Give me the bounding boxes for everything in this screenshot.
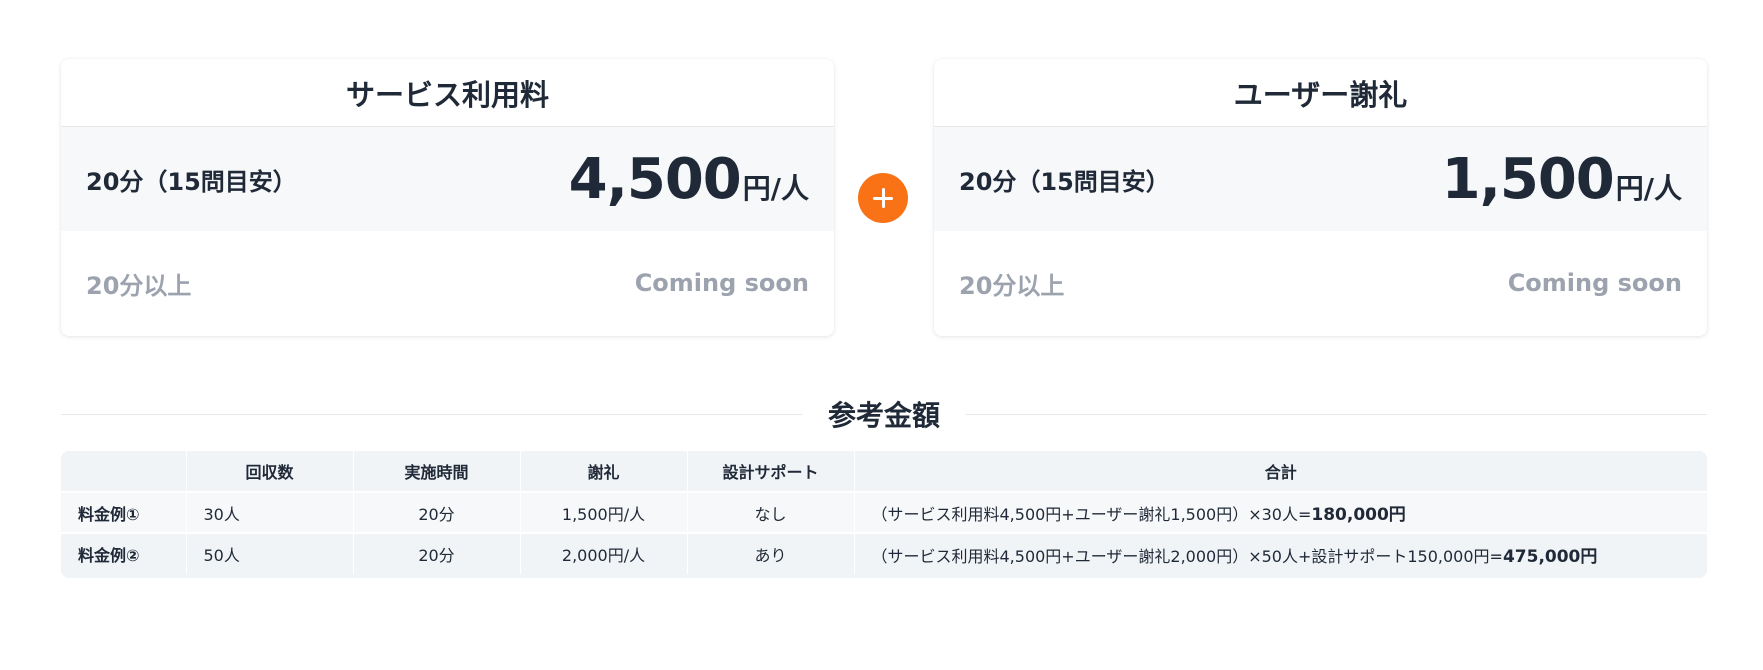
card-secondary-row: 20分以上 Coming soon: [61, 231, 834, 335]
row-total: 475,000円: [1502, 546, 1598, 567]
card-secondary-row: 20分以上 Coming soon: [934, 231, 1707, 335]
table-row: 料金例① 30人 20分 1,500円/人 なし （サービス利用料4,500円+…: [61, 491, 1707, 533]
card-primary-label: 20分（15問目安）: [959, 167, 1170, 196]
reference-price-table: 回収数 実施時間 謝礼 設計サポート 合計 料金例① 30人 20分 1,500…: [61, 451, 1707, 578]
card-primary-row: 20分（15問目安） 1,500 円/人: [934, 127, 1707, 231]
row-count: 30人: [186, 491, 354, 533]
row-total-cell: （サービス利用料4,500円+ユーザー謝礼1,500円）×30人=180,000…: [854, 491, 1707, 533]
card-title: ユーザー謝礼: [934, 59, 1707, 127]
card-primary-row: 20分（15問目安） 4,500 円/人: [61, 127, 834, 231]
card-primary-label: 20分（15問目安）: [86, 167, 297, 196]
plus-icon-vertical: [881, 188, 885, 208]
row-support: なし: [687, 491, 855, 533]
section-heading: 参考金額: [61, 392, 1708, 436]
row-label: 料金例②: [61, 532, 187, 574]
header-cell-time: 実施時間: [353, 451, 521, 492]
card-title: サービス利用料: [61, 59, 834, 127]
card-price-number: 4,500: [568, 146, 742, 212]
card-secondary-label: 20分以上: [959, 271, 1065, 300]
card-price: 4,500 円/人: [569, 147, 809, 212]
header-cell-count: 回収数: [186, 451, 354, 492]
row-reward: 1,500円/人: [520, 491, 688, 533]
row-formula: （サービス利用料4,500円+ユーザー謝礼1,500円）×30人=: [871, 505, 1312, 524]
coming-soon-label: Coming soon: [1507, 269, 1682, 297]
row-reward: 2,000円/人: [520, 532, 688, 574]
price-example-table: 回収数 実施時間 謝礼 設計サポート 合計 料金例① 30人 20分 1,500…: [61, 451, 1707, 574]
row-formula: （サービス利用料4,500円+ユーザー謝礼2,000円）×50人+設計サポート1…: [871, 546, 1503, 566]
row-total-cell: （サービス利用料4,500円+ユーザー謝礼2,000円）×50人+設計サポート1…: [854, 532, 1707, 574]
table-header-row: 回収数 実施時間 謝礼 設計サポート 合計: [61, 451, 1707, 492]
service-fee-card: サービス利用料 20分（15問目安） 4,500 円/人 20分以上 Comin…: [61, 59, 834, 336]
header-cell-support: 設計サポート: [687, 451, 855, 492]
card-price-unit: 円/人: [1615, 171, 1682, 205]
user-reward-card: ユーザー謝礼 20分（15問目安） 1,500 円/人 20分以上 Coming…: [934, 59, 1707, 336]
row-total: 180,000円: [1311, 505, 1406, 525]
plus-icon: [858, 173, 908, 223]
row-label: 料金例①: [61, 491, 187, 533]
divider-right: [966, 413, 1708, 415]
header-cell-label: [61, 451, 187, 492]
row-time: 20分: [353, 532, 521, 574]
row-support: あり: [687, 532, 855, 574]
row-time: 20分: [353, 491, 521, 533]
table-row: 料金例② 50人 20分 2,000円/人 あり （サービス利用料4,500円+…: [61, 532, 1707, 574]
card-price-number: 1,500: [1441, 146, 1615, 212]
section-title: 参考金額: [828, 399, 941, 432]
card-secondary-label: 20分以上: [86, 271, 192, 300]
coming-soon-label: Coming soon: [634, 269, 809, 297]
row-count: 50人: [186, 532, 354, 574]
card-price: 1,500 円/人: [1442, 147, 1682, 212]
header-cell-total: 合計: [1264, 463, 1297, 482]
card-price-unit: 円/人: [742, 171, 809, 205]
divider-left: [61, 413, 802, 415]
header-cell-reward: 謝礼: [520, 451, 688, 492]
